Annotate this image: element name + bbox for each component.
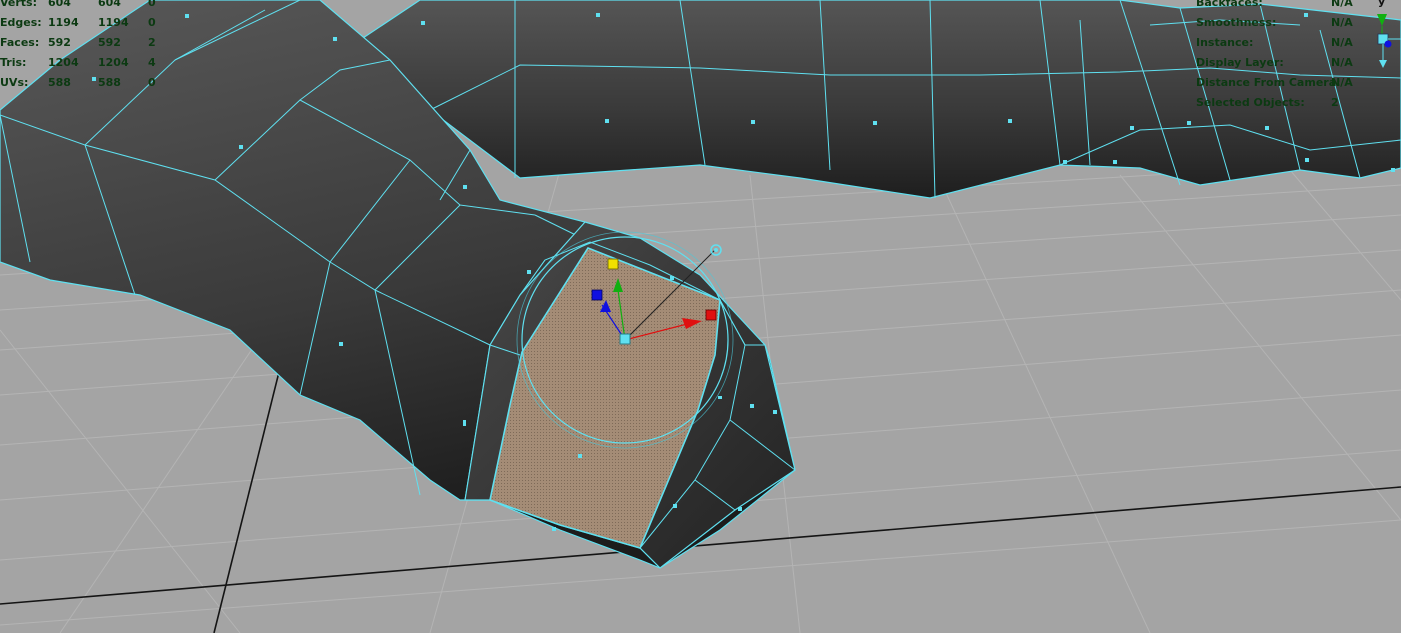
- hud-label: Selected Objects:: [1196, 96, 1305, 109]
- hud-value-object: 1204: [48, 56, 79, 69]
- hud-value: N/A: [1331, 16, 1353, 29]
- x-scale-handle[interactable]: [705, 309, 717, 321]
- hud-value-object: 588: [48, 76, 71, 89]
- hud-value-object: 592: [48, 36, 71, 49]
- scene-canvas[interactable]: [0, 0, 1401, 633]
- hud-value: N/A: [1331, 0, 1353, 9]
- 3d-viewport[interactable]: Verts: 604 604 0 Edges: 1194 1194 0 Face…: [0, 0, 1401, 633]
- hud-value-selected: 588: [98, 76, 121, 89]
- y-scale-handle[interactable]: [607, 258, 619, 270]
- hud-value-selected: 592: [98, 36, 121, 49]
- hud-value-object: 1194: [48, 16, 79, 29]
- hud-value: 2: [1331, 96, 1339, 109]
- hud-label: Smoothness:: [1196, 16, 1277, 29]
- hud-value-selected: 604: [98, 0, 121, 9]
- hud-value: N/A: [1331, 36, 1353, 49]
- view-axis-y-label: y: [1378, 0, 1386, 8]
- hud-value-selected: 1194: [98, 16, 129, 29]
- hud-value-component: 0: [148, 16, 156, 29]
- hud-value-component: 0: [148, 76, 156, 89]
- hud-label: UVs:: [0, 76, 29, 89]
- hud-label: Edges:: [0, 16, 42, 29]
- center-handle[interactable]: [619, 333, 631, 345]
- hud-label: Display Layer:: [1196, 56, 1284, 69]
- hud-label: Verts:: [0, 0, 38, 9]
- hud-label: Faces:: [0, 36, 40, 49]
- hud-label: Backfaces:: [1196, 0, 1263, 9]
- hud-value-object: 604: [48, 0, 71, 9]
- hud-value-component: 2: [148, 36, 156, 49]
- hud-value: N/A: [1331, 76, 1353, 89]
- hud-value-component: 4: [148, 56, 156, 69]
- z-scale-handle[interactable]: [591, 289, 603, 301]
- hud-label: Tris:: [0, 56, 27, 69]
- hud-value: N/A: [1331, 56, 1353, 69]
- z-axis-dot-icon: [1384, 40, 1392, 48]
- hud-label: Instance:: [1196, 36, 1254, 49]
- hud-value-selected: 1204: [98, 56, 129, 69]
- hud-label: Distance From Camera:: [1196, 76, 1341, 89]
- hud-value-component: 0: [148, 0, 156, 9]
